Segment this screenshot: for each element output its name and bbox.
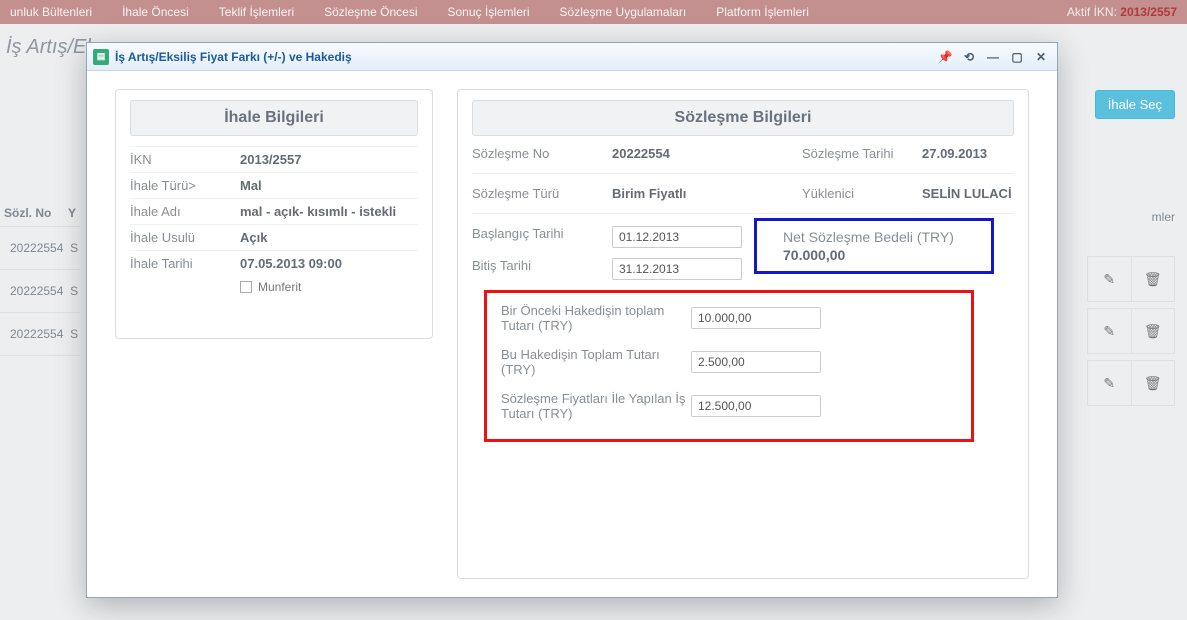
col-sozl-no: Sözl. No <box>4 206 58 220</box>
sozlesme-tarihi-value: 27.09.2013 <box>922 146 1014 161</box>
bu-hakedis-input[interactable] <box>691 351 821 373</box>
ihale-adi-value: mal - açık- kısımlı - istekli <box>240 204 418 219</box>
row-actions: ✎ 🗑 <box>1087 256 1175 302</box>
bu-hakedis-label: Bu Hakedişin Toplam Tutarı (TRY) <box>501 347 691 377</box>
row-suffix: S <box>70 241 78 255</box>
bitis-tarihi-input[interactable] <box>612 258 742 280</box>
nav-item[interactable]: Sözleşme Öncesi <box>324 5 417 19</box>
nav-item[interactable]: İhale Öncesi <box>122 5 189 19</box>
net-sozlesme-bedeli-box: Net Sözleşme Bedeli (TRY) 70.000,00 <box>754 218 994 274</box>
nav-item[interactable]: Teklif İşlemleri <box>219 5 294 19</box>
onceki-hakedis-label: Bir Önceki Hakedişin toplam Tutarı (TRY) <box>501 303 691 333</box>
munferit-label: Munferit <box>258 280 301 294</box>
ihale-tarihi-label: İhale Tarihi <box>130 256 240 271</box>
row-value: 20222554 <box>10 284 63 298</box>
row-suffix: S <box>70 284 78 298</box>
ikn-label: İKN <box>130 152 240 167</box>
top-nav: unluk Bültenleri İhale Öncesi Teklif İşl… <box>0 0 1187 24</box>
yuklenici-value: SELİN LULACİ <box>922 186 1014 201</box>
modal-body: İhale Bilgileri İKN 2013/2557 İhale Türü… <box>87 71 1057 597</box>
aktif-ikn: Aktif İKN: 2013/2557 <box>1067 5 1177 19</box>
edit-icon[interactable]: ✎ <box>1088 361 1132 405</box>
nav-item[interactable]: Sonuç İşlemleri <box>448 5 530 19</box>
panel-ihale-bilgileri: İhale Bilgileri İKN 2013/2557 İhale Türü… <box>115 89 433 339</box>
row-value: 20222554 <box>10 327 63 341</box>
yuklenici-label: Yüklenici <box>802 186 912 201</box>
aktif-ikn-label: Aktif İKN: <box>1067 5 1117 19</box>
close-icon[interactable]: ✕ <box>1031 48 1051 66</box>
modal-window: ▤ İş Artış/Eksiliş Fiyat Farkı (+/-) ve … <box>86 42 1058 598</box>
pin-icon[interactable]: 📌 <box>935 48 955 66</box>
sozlesme-turu-value: Birim Fiyatlı <box>612 186 792 201</box>
baslangic-tarihi-label: Başlangıç Tarihi <box>472 226 602 241</box>
panel-sozlesme-bilgileri: Sözleşme Bilgileri Sözleşme No 20222554 … <box>457 89 1029 579</box>
sozlesme-tarihi-label: Sözleşme Tarihi <box>802 146 912 161</box>
panel-title-ihale: İhale Bilgileri <box>130 100 418 136</box>
hakedis-highlight-box: Bir Önceki Hakedişin toplam Tutarı (TRY)… <box>484 290 974 442</box>
ihale-turu-value: Mal <box>240 178 418 193</box>
delete-icon[interactable]: 🗑 <box>1132 309 1175 353</box>
app-icon: ▤ <box>93 49 109 65</box>
background-action-icons: ✎ 🗑 ✎ 🗑 ✎ 🗑 <box>1087 256 1175 412</box>
net-sozlesme-value: 70.000,00 <box>783 247 965 263</box>
ihale-usulu-label: İhale Usulü <box>130 230 240 245</box>
maximize-icon[interactable]: ▢ <box>1007 48 1027 66</box>
bitis-tarihi-label: Bitiş Tarihi <box>472 258 602 273</box>
sozlesme-no-value: 20222554 <box>612 146 792 161</box>
ihale-usulu-value: Açık <box>240 230 418 245</box>
edit-icon[interactable]: ✎ <box>1088 257 1132 301</box>
row-value: 20222554 <box>10 241 63 255</box>
nav-item[interactable]: Sözleşme Uygulamaları <box>560 5 687 19</box>
ihale-turu-label: İhale Türü> <box>130 178 240 193</box>
delete-icon[interactable]: 🗑 <box>1132 257 1175 301</box>
onceki-hakedis-input[interactable] <box>691 307 821 329</box>
minimize-icon[interactable]: — <box>983 48 1003 66</box>
table-row[interactable]: 20222554 S <box>0 313 80 356</box>
background-table: Sözl. No Y 20222554 S 20222554 S 2022255… <box>0 200 80 356</box>
panel-title-sozlesme: Sözleşme Bilgileri <box>472 100 1014 136</box>
yapilan-is-input[interactable] <box>691 395 821 417</box>
edit-icon[interactable]: ✎ <box>1088 309 1132 353</box>
table-row[interactable]: 20222554 S <box>0 270 80 313</box>
ihale-adi-label: İhale Adı <box>130 204 240 219</box>
baslangic-tarihi-input[interactable] <box>612 226 742 248</box>
background-mler: mler <box>1152 210 1175 224</box>
ihale-tarihi-value: 07.05.2013 09:00 <box>240 256 418 271</box>
munferit-checkbox[interactable]: Munferit <box>240 280 301 294</box>
modal-title: İş Artış/Eksiliş Fiyat Farkı (+/-) ve Ha… <box>115 50 352 64</box>
row-actions: ✎ 🗑 <box>1087 308 1175 354</box>
row-actions: ✎ 🗑 <box>1087 360 1175 406</box>
row-suffix: S <box>70 327 78 341</box>
ikn-value: 2013/2557 <box>240 152 418 167</box>
sozlesme-turu-label: Sözleşme Türü <box>472 186 602 201</box>
yapilan-is-label: Sözleşme Fiyatları İle Yapılan İş Tutarı… <box>501 391 691 421</box>
net-sozlesme-label: Net Sözleşme Bedeli (TRY) <box>783 229 965 245</box>
aktif-ikn-value: 2013/2557 <box>1120 5 1177 19</box>
checkbox-icon[interactable] <box>240 281 252 293</box>
nav-item[interactable]: unluk Bültenleri <box>10 5 92 19</box>
modal-titlebar[interactable]: ▤ İş Artış/Eksiliş Fiyat Farkı (+/-) ve … <box>87 43 1057 71</box>
background-right: İhale Seç <box>1095 90 1175 119</box>
delete-icon[interactable]: 🗑 <box>1132 361 1175 405</box>
refresh-icon[interactable]: ⟲ <box>959 48 979 66</box>
nav-item[interactable]: Platform İşlemleri <box>716 5 809 19</box>
ihale-sec-button[interactable]: İhale Seç <box>1095 90 1175 119</box>
col-y: Y <box>68 206 76 220</box>
table-row[interactable]: 20222554 S <box>0 227 80 270</box>
sozlesme-no-label: Sözleşme No <box>472 146 602 161</box>
